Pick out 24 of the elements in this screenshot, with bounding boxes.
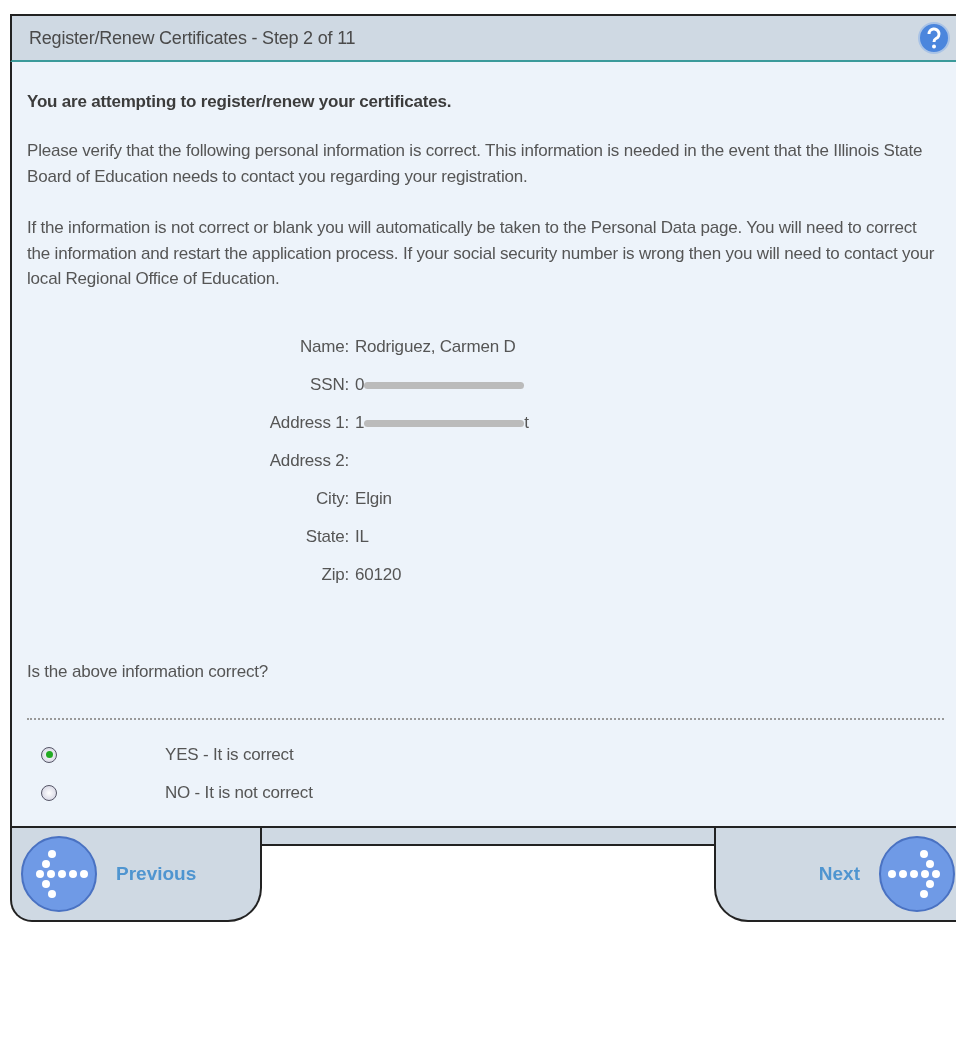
field-label: SSN:: [309, 373, 349, 396]
field-value: Elgin: [355, 487, 392, 510]
radio-button[interactable]: [41, 784, 57, 801]
window-title: Register/Renew Certificates - Step 2 of 11: [29, 27, 356, 49]
field-label: Zip:: [320, 563, 349, 586]
field-label: State:: [304, 525, 349, 548]
body-paragraph: If the information is not correct or blank you will automatically be taken to the Personal Data page. You will need to correct the information and restart the application process. If your social security number is wrong then you will need to contact your local Regional Office of Education.: [27, 217, 936, 290]
help-icon[interactable]: [918, 22, 950, 54]
field-value: 1: [355, 411, 365, 434]
radio-button[interactable]: [41, 746, 57, 763]
field-value: 0: [355, 373, 365, 396]
field-label: Name:: [298, 335, 349, 358]
field-value: Rodriguez, Carmen D: [355, 335, 516, 358]
option-label[interactable]: NO - It is not correct: [165, 782, 313, 803]
field-label: Address 2:: [268, 449, 349, 472]
field-value: t: [524, 411, 529, 434]
intro-heading: You are attempting to register/renew your certificates.: [27, 92, 453, 112]
option-label[interactable]: YES - It is correct: [165, 744, 294, 765]
field-label: Address 1:: [268, 411, 349, 434]
field-value: IL: [355, 525, 369, 548]
body-paragraph: Please verify that the following personal information is correct. This information is needed in the event that the Illinois State Board of Education needs to contact you regarding your registration.: [27, 140, 924, 188]
field-label: City:: [315, 487, 349, 510]
field-value: 60120: [355, 563, 402, 586]
question-text: Is the above information correct?: [27, 661, 269, 682]
